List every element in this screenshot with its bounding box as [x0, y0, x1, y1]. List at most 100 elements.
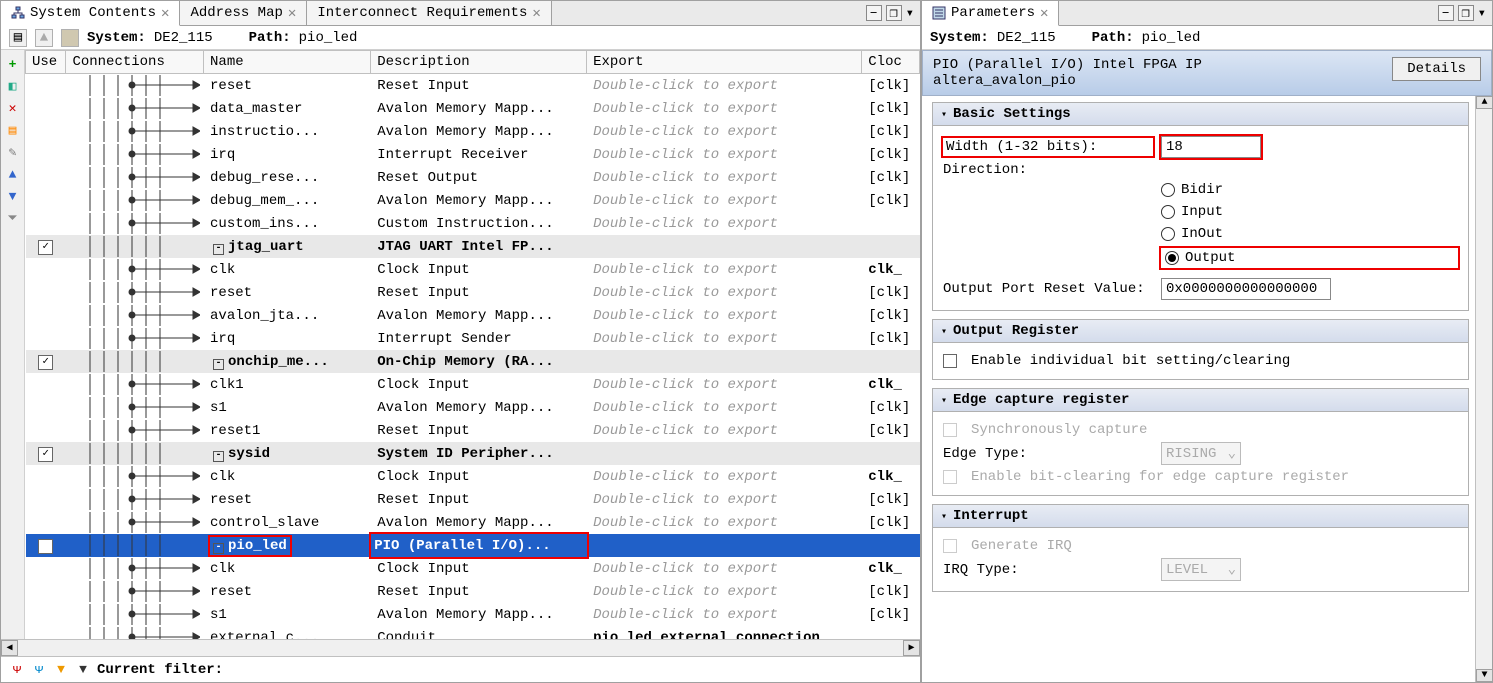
use-checkbox[interactable]: ✓ [38, 355, 53, 370]
connection-diagram[interactable] [72, 236, 197, 257]
group-header[interactable]: Output Register [933, 320, 1468, 343]
table-row[interactable]: clkClock InputDouble-click to exportclk_ [26, 258, 920, 281]
connection-diagram[interactable] [72, 121, 197, 142]
close-icon[interactable]: ✕ [161, 5, 169, 22]
details-button[interactable]: Details [1392, 57, 1481, 81]
direction-radio-input[interactable]: Input [1161, 204, 1458, 220]
table-row[interactable]: clkClock InputDouble-click to exportclk_ [26, 557, 920, 580]
table-row[interactable]: ✓-pio_ledPIO (Parallel I/O)... [26, 534, 920, 557]
connection-diagram[interactable] [72, 397, 197, 418]
export-hint[interactable]: Double-click to export [593, 561, 778, 577]
table-row[interactable]: ✓-onchip_me...On-Chip Memory (RA... [26, 350, 920, 373]
table-row[interactable]: ✓-sysidSystem ID Peripher... [26, 442, 920, 465]
tab-parameters[interactable]: Parameters ✕ [922, 1, 1059, 26]
export-hint[interactable]: Double-click to export [593, 308, 778, 324]
connection-diagram[interactable] [72, 305, 197, 326]
close-icon[interactable]: ✕ [1040, 5, 1048, 22]
filter-dark-icon[interactable]: ▼ [75, 662, 91, 678]
collapse-icon[interactable]: - [213, 543, 224, 554]
col-export[interactable]: Export [587, 51, 862, 74]
export-hint[interactable]: Double-click to export [593, 124, 778, 140]
export-hint[interactable]: Double-click to export [593, 285, 778, 301]
connection-diagram[interactable] [72, 604, 197, 625]
tab-address-map[interactable]: Address Map ✕ [180, 1, 307, 25]
table-row[interactable]: data_masterAvalon Memory Mapp...Double-c… [26, 97, 920, 120]
connection-diagram[interactable] [72, 512, 197, 533]
use-checkbox[interactable]: ✓ [38, 539, 53, 554]
restore-icon[interactable]: ❐ [1458, 5, 1474, 21]
connection-diagram[interactable] [72, 167, 197, 188]
funnel-icon[interactable]: ▼ [53, 662, 69, 678]
export-hint[interactable]: Double-click to export [593, 469, 778, 485]
connection-diagram[interactable] [72, 374, 197, 395]
table-row[interactable]: instructio...Avalon Memory Mapp...Double… [26, 120, 920, 143]
connection-diagram[interactable] [72, 535, 197, 556]
up-icon[interactable]: ▲ [35, 29, 53, 47]
col-use[interactable]: Use [26, 51, 66, 74]
direction-radio-inout[interactable]: InOut [1161, 226, 1458, 242]
export-hint[interactable]: Double-click to export [593, 101, 778, 117]
connection-diagram[interactable] [72, 98, 197, 119]
scroll-right-icon[interactable]: ▶ [903, 640, 920, 656]
tab-system-contents[interactable]: System Contents ✕ [1, 1, 180, 26]
table-row[interactable]: irqInterrupt ReceiverDouble-click to exp… [26, 143, 920, 166]
module-icon[interactable] [61, 29, 79, 47]
signal2-icon[interactable]: ᴪ [31, 662, 47, 678]
scroll-left-icon[interactable]: ◀ [1, 640, 18, 656]
connection-diagram[interactable] [72, 466, 197, 487]
table-row[interactable]: clk1Clock InputDouble-click to exportclk… [26, 373, 920, 396]
connection-diagram[interactable] [72, 328, 197, 349]
connection-diagram[interactable] [72, 75, 197, 96]
table-row[interactable]: s1Avalon Memory Mapp...Double-click to e… [26, 603, 920, 626]
params-scroll[interactable]: Basic Settings Width (1-32 bits): Direct… [922, 96, 1475, 682]
enable-bit-checkbox[interactable] [943, 354, 957, 368]
tab-menu-icon[interactable]: ▾ [906, 5, 914, 22]
export-hint[interactable]: Double-click to export [593, 515, 778, 531]
tab-menu-icon[interactable]: ▾ [1478, 5, 1486, 22]
connection-diagram[interactable] [72, 489, 197, 510]
connection-diagram[interactable] [72, 190, 197, 211]
col-connections[interactable]: Connections [66, 51, 204, 74]
table-row[interactable]: clkClock InputDouble-click to exportclk_ [26, 465, 920, 488]
connection-diagram[interactable] [72, 581, 197, 602]
export-hint[interactable]: Double-click to export [593, 193, 778, 209]
table-row[interactable]: avalon_jta...Avalon Memory Mapp...Double… [26, 304, 920, 327]
connection-diagram[interactable] [72, 259, 197, 280]
collapse-icon[interactable]: - [213, 359, 224, 370]
group-header[interactable]: Basic Settings [933, 103, 1468, 126]
reset-value-input[interactable] [1161, 278, 1331, 300]
connection-diagram[interactable] [72, 420, 197, 441]
connection-diagram[interactable] [72, 351, 197, 372]
width-input[interactable] [1161, 136, 1261, 158]
pencil-icon[interactable]: ✎ [5, 144, 21, 160]
restore-icon[interactable]: ❐ [886, 5, 902, 21]
col-name[interactable]: Name [204, 51, 371, 74]
connection-diagram[interactable] [72, 558, 197, 579]
group-header[interactable]: Edge capture register [933, 389, 1468, 412]
export-hint[interactable]: Double-click to export [593, 607, 778, 623]
tab-interconnect-requirements[interactable]: Interconnect Requirements ✕ [307, 1, 551, 25]
minimize-icon[interactable]: ‒ [1438, 5, 1454, 21]
duplicate-icon[interactable]: ▤ [5, 122, 21, 138]
collapse-icon[interactable]: - [213, 244, 224, 255]
component-icon[interactable]: ◧ [5, 78, 21, 94]
connection-diagram[interactable] [72, 627, 197, 639]
table-row[interactable]: resetReset InputDouble-click to export[c… [26, 580, 920, 603]
export-hint[interactable]: Double-click to export [593, 492, 778, 508]
connection-diagram[interactable] [72, 443, 197, 464]
add-icon[interactable]: + [5, 56, 21, 72]
table-row[interactable]: reset1Reset InputDouble-click to export[… [26, 419, 920, 442]
table-row[interactable]: debug_rese...Reset OutputDouble-click to… [26, 166, 920, 189]
export-hint[interactable]: Double-click to export [593, 400, 778, 416]
connection-diagram[interactable] [72, 144, 197, 165]
export-hint[interactable]: Double-click to export [593, 331, 778, 347]
filter-toggle-icon[interactable]: ⏷ [5, 210, 21, 226]
export-hint[interactable]: Double-click to export [593, 423, 778, 439]
group-header[interactable]: Interrupt [933, 505, 1468, 528]
minimize-icon[interactable]: ‒ [866, 5, 882, 21]
table-row[interactable]: custom_ins...Custom Instruction...Double… [26, 212, 920, 235]
connection-diagram[interactable] [72, 282, 197, 303]
table-row[interactable]: resetReset InputDouble-click to export[c… [26, 488, 920, 511]
table-row[interactable]: debug_mem_...Avalon Memory Mapp...Double… [26, 189, 920, 212]
delete-icon[interactable]: ✕ [5, 100, 21, 116]
